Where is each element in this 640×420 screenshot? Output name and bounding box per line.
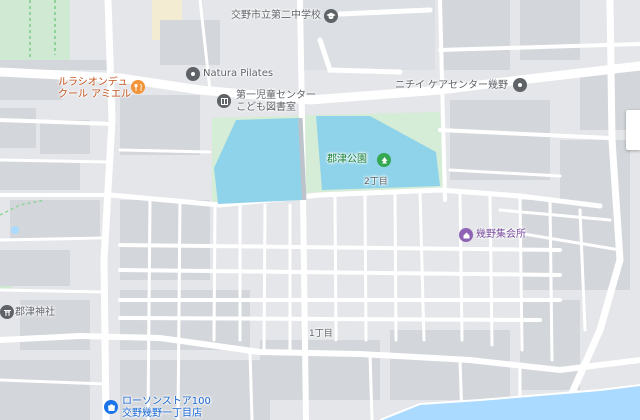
school-label[interactable]: 交野市立第二中学校 xyxy=(231,10,321,22)
natura-label[interactable]: Natura Pilates xyxy=(203,68,273,80)
library-icon[interactable] xyxy=(217,94,231,108)
restaurant-label-line1[interactable]: ルラシオンデュ xyxy=(58,77,128,89)
convenience-store-icon[interactable] xyxy=(104,400,118,414)
place-icon[interactable] xyxy=(186,67,200,81)
place-icon[interactable] xyxy=(513,78,527,92)
community-hall-icon[interactable] xyxy=(459,228,473,242)
park-label[interactable]: 郡津公園 xyxy=(327,154,367,166)
map-base-layer xyxy=(0,0,640,420)
shrine-icon[interactable] xyxy=(0,305,14,319)
school-icon[interactable] xyxy=(324,9,338,23)
shrine-label[interactable]: 郡津神社 xyxy=(15,307,55,319)
restaurant-icon[interactable] xyxy=(131,80,145,94)
lawson-label-line2[interactable]: 交野幾野一丁目店 xyxy=(122,408,202,420)
chome-1-label: 1丁目 xyxy=(309,329,333,339)
lawson-label-line1[interactable]: ローソンストア100 xyxy=(122,396,211,408)
park-icon[interactable] xyxy=(377,153,391,167)
map-canvas[interactable]: 交野市立第二中学校 Natura Pilates ルラシオンデュ クール アミエ… xyxy=(0,0,640,420)
library-label-line1[interactable]: 第一児童センター xyxy=(236,90,316,102)
chome-2-label: 2丁目 xyxy=(364,177,388,187)
library-label-line2[interactable]: こども図書室 xyxy=(236,102,296,114)
community-hall-label[interactable]: 幾野集会所 xyxy=(476,229,526,241)
restaurant-label-line2[interactable]: クール アミエル xyxy=(58,89,131,101)
care-center-label[interactable]: ニチイ ケアセンター幾野 xyxy=(395,80,508,92)
map-side-control[interactable] xyxy=(626,110,640,150)
